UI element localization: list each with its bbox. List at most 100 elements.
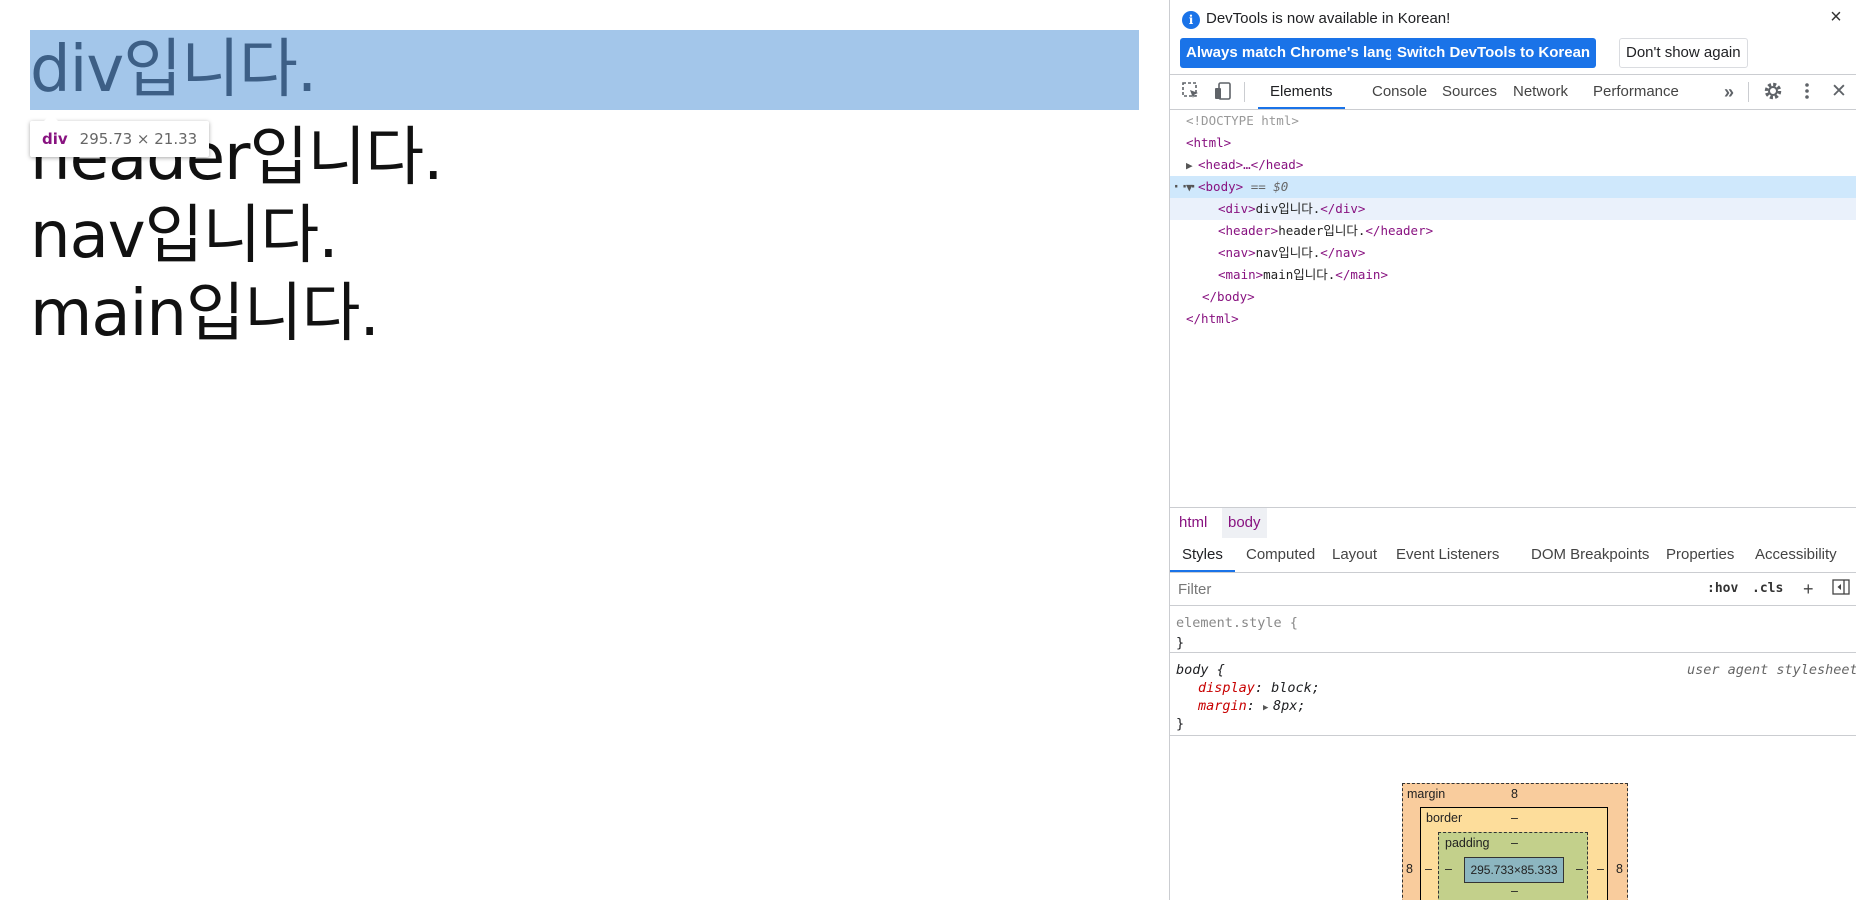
toolbar-separator — [1244, 82, 1245, 102]
tab-layout[interactable]: Layout — [1320, 538, 1389, 572]
element-style-selector[interactable]: element.style { — [1176, 614, 1298, 632]
device-toolbar-icon[interactable] — [1212, 81, 1234, 103]
dom-line-body-close[interactable]: </body> — [1170, 286, 1856, 308]
elements-dom-tree: <!DOCTYPE html> <html> ▶ <head>…</head> ·… — [1170, 110, 1856, 506]
header-open-tag: <header> — [1218, 223, 1279, 238]
tab-network[interactable]: Network — [1501, 75, 1580, 109]
expand-shorthand-icon[interactable]: ▶ — [1263, 699, 1273, 717]
main-text-node: main입니다. — [1263, 267, 1336, 282]
language-infobar: i DevTools is now available in Korean! ×… — [1170, 0, 1856, 75]
border-label: border — [1426, 811, 1463, 825]
element-style-rule: element.style { } — [1170, 606, 1856, 653]
tab-computed[interactable]: Computed — [1234, 538, 1327, 572]
tab-elements[interactable]: Elements — [1258, 75, 1345, 109]
dom-line-header[interactable]: <header>header입니다.</header> — [1170, 220, 1856, 242]
dom-line-head[interactable]: ▶ <head>…</head> — [1170, 154, 1856, 176]
tab-event-listeners[interactable]: Event Listeners — [1384, 538, 1511, 572]
tab-properties[interactable]: Properties — [1654, 538, 1746, 572]
margin-value: 8px; — [1273, 698, 1306, 714]
html-open-tag: <html> — [1186, 135, 1232, 150]
dom-line-doctype[interactable]: <!DOCTYPE html> — [1170, 110, 1856, 132]
display-value: block; — [1271, 680, 1320, 696]
tab-sources[interactable]: Sources — [1430, 75, 1509, 109]
display-prop: display — [1198, 680, 1255, 696]
cls-toggle-button[interactable]: .cls — [1752, 579, 1783, 599]
display-declaration[interactable]: display: block; — [1198, 679, 1320, 697]
body-open-tag: <body> — [1198, 179, 1244, 194]
tab-dom-breakpoints[interactable]: DOM Breakpoints — [1519, 538, 1661, 572]
customize-menu-icon[interactable] — [1796, 81, 1818, 103]
padding-right-value[interactable]: – — [1576, 862, 1583, 876]
toolbar-separator — [1748, 82, 1749, 102]
main-open-tag: <main> — [1218, 267, 1264, 282]
dom-line-html[interactable]: <html> — [1170, 132, 1856, 154]
tab-accessibility[interactable]: Accessibility — [1743, 538, 1849, 572]
dont-show-again-button[interactable]: Don't show again — [1619, 38, 1748, 68]
padding-left-value[interactable]: – — [1445, 862, 1452, 876]
expand-triangle-icon[interactable]: ▶ — [1170, 155, 1198, 177]
head-tag: <head>…</head> — [1198, 157, 1304, 172]
rule-close-brace: } — [1176, 635, 1185, 651]
styles-rules: element.style { } body { user agent styl… — [1170, 606, 1856, 736]
styles-filter-bar: :hov .cls + — [1170, 573, 1856, 606]
selected-node-marker: == $0 — [1250, 179, 1289, 194]
tooltip-arrow — [44, 114, 58, 121]
margin-left-value[interactable]: 8 — [1406, 862, 1413, 876]
tab-styles[interactable]: Styles — [1170, 538, 1235, 572]
padding-bottom-value[interactable]: – — [1511, 884, 1518, 898]
switch-to-korean-button[interactable]: Switch DevTools to Korean — [1391, 38, 1597, 68]
info-icon: i — [1182, 11, 1200, 29]
body-rule-selector: body { — [1176, 662, 1225, 678]
rule-source-link[interactable]: user agent stylesheet — [1687, 661, 1856, 679]
breadcrumb-html[interactable]: html — [1173, 508, 1213, 538]
border-left-value[interactable]: – — [1425, 862, 1432, 876]
margin-right-value[interactable]: 8 — [1616, 862, 1623, 876]
dom-line-main[interactable]: <main>main입니다.</main> — [1170, 264, 1856, 286]
rule-close-brace: } — [1176, 716, 1185, 732]
tab-console[interactable]: Console — [1360, 75, 1439, 109]
inspect-element-icon[interactable] — [1180, 81, 1202, 103]
header-close-tag: </header> — [1365, 223, 1434, 238]
margin-prop: margin — [1198, 698, 1247, 714]
hov-toggle-button[interactable]: :hov — [1707, 579, 1738, 599]
box-model-content[interactable]: 295.733×85.333 — [1464, 857, 1564, 883]
dom-line-body[interactable]: ··· ▼ <body> == $0 — [1170, 176, 1856, 198]
div-close-tag: </div> — [1320, 201, 1366, 216]
more-tabs-icon[interactable]: » — [1718, 81, 1740, 103]
border-right-value[interactable]: – — [1597, 862, 1604, 876]
div-open-tag: <div> — [1218, 201, 1256, 216]
breadcrumb: html body — [1170, 507, 1856, 539]
add-rule-icon[interactable]: + — [1803, 578, 1814, 600]
margin-declaration[interactable]: margin: ▶ 8px; — [1198, 697, 1306, 717]
padding-top-value[interactable]: – — [1511, 836, 1518, 850]
infobar-message: DevTools is now available in Korean! — [1206, 10, 1451, 27]
page-main-text: main입니다. — [30, 277, 380, 351]
more-actions-icon[interactable]: ··· — [1172, 176, 1197, 198]
html-close-tag: </html> — [1186, 311, 1239, 326]
margin-label: margin — [1407, 787, 1446, 801]
main-close-tag: </main> — [1335, 267, 1388, 282]
page-nav-text: nav입니다. — [30, 199, 339, 273]
styles-filter-input[interactable] — [1178, 577, 1678, 601]
nav-text-node: nav입니다. — [1255, 245, 1321, 260]
breadcrumb-body[interactable]: body — [1222, 508, 1267, 538]
toggle-sidebar-icon[interactable] — [1832, 578, 1850, 601]
inspected-page: div입니다. header입니다. nav입니다. main입니다. div … — [0, 0, 1169, 900]
border-top-value[interactable]: – — [1511, 811, 1518, 825]
box-model-diagram: 295.733×85.333 margin 8 8 8 border – – –… — [1402, 783, 1628, 900]
nav-open-tag: <nav> — [1218, 245, 1256, 260]
settings-gear-icon[interactable] — [1762, 81, 1784, 103]
dom-line-nav[interactable]: <nav>nav입니다.</nav> — [1170, 242, 1856, 264]
nav-close-tag: </nav> — [1320, 245, 1366, 260]
div-text-node: div입니다. — [1255, 201, 1321, 216]
margin-top-value[interactable]: 8 — [1511, 787, 1518, 801]
doctype-text: <!DOCTYPE html> — [1186, 113, 1299, 128]
dom-line-html-close[interactable]: </html> — [1170, 308, 1856, 330]
padding-label: padding — [1445, 836, 1490, 850]
body-user-agent-rule: body { user agent stylesheet display: bl… — [1170, 653, 1856, 736]
tab-performance[interactable]: Performance — [1581, 75, 1691, 109]
dom-line-div[interactable]: <div>div입니다.</div> — [1170, 198, 1856, 220]
devtools-toolbar: Elements Console Sources Network Perform… — [1170, 75, 1856, 110]
close-icon[interactable]: × — [1825, 6, 1847, 28]
close-devtools-icon[interactable]: ✕ — [1828, 81, 1850, 103]
